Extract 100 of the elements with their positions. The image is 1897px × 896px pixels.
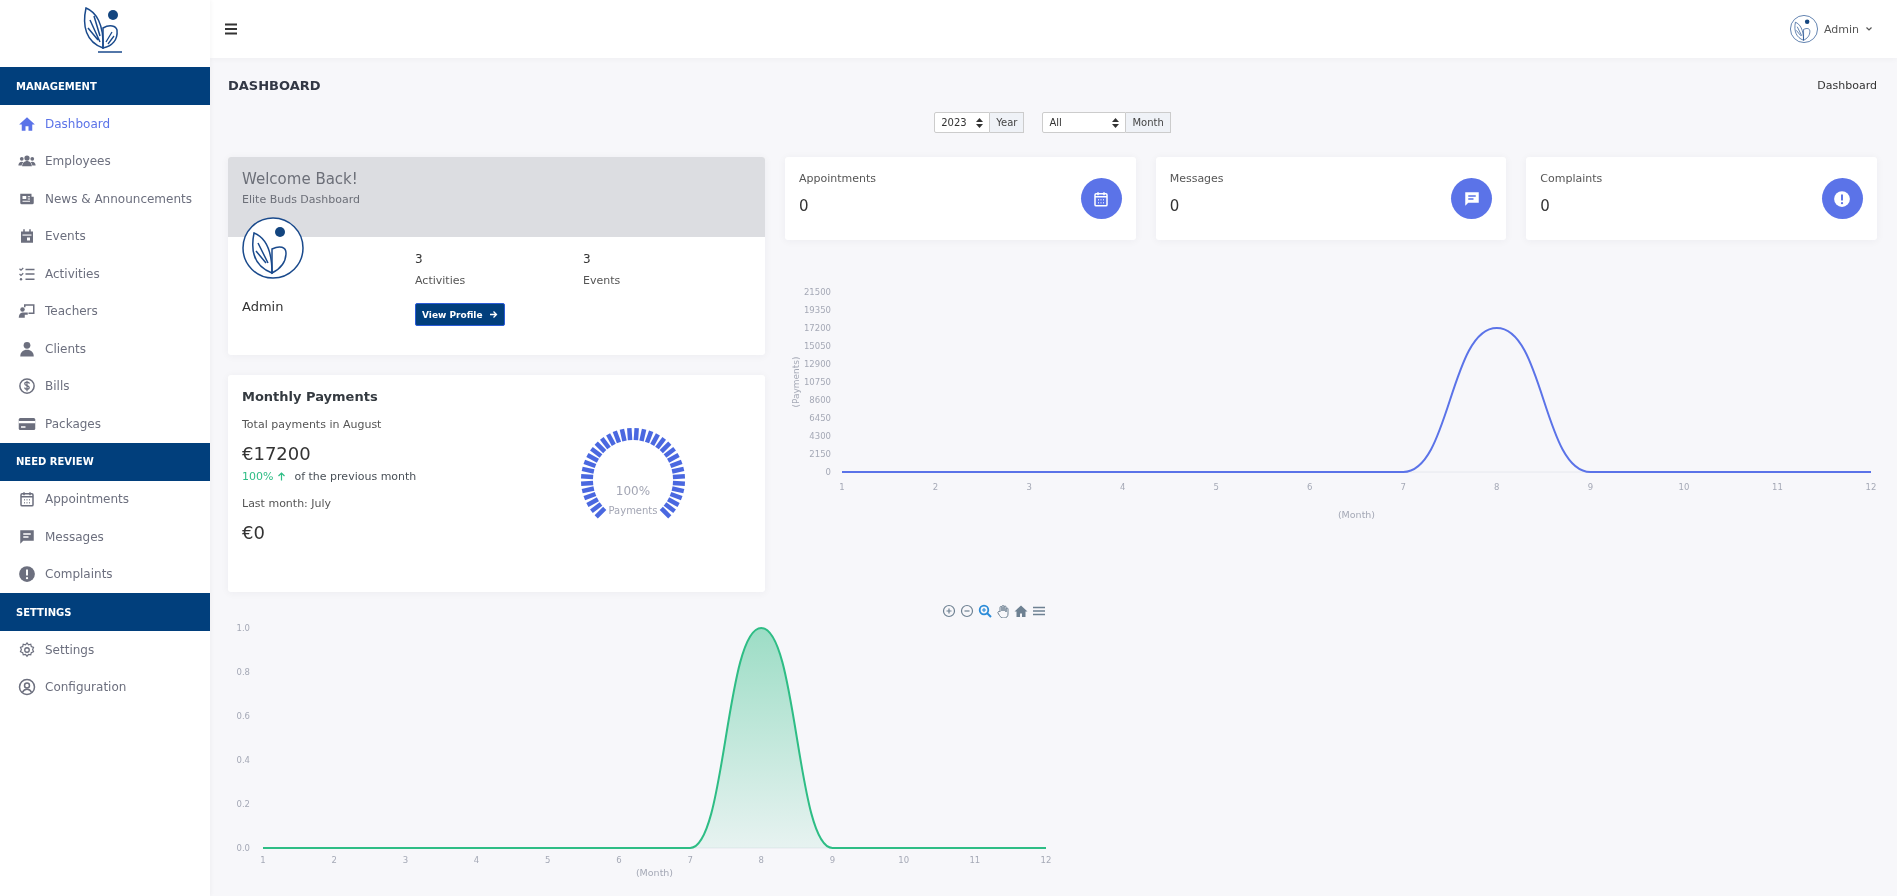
- stat-label: Messages: [1169, 172, 1224, 185]
- tick-label: 8: [758, 855, 764, 865]
- dollar-icon: [18, 377, 36, 396]
- section-header: MANAGEMENT: [0, 67, 210, 105]
- tick-label: 1: [260, 855, 266, 865]
- sidebar-item[interactable]: Activities: [0, 255, 210, 293]
- sidebar-item[interactable]: Configuration: [0, 668, 210, 706]
- tick-label: 17200: [803, 323, 831, 333]
- tick-label: 6450: [809, 413, 831, 423]
- amount-text: €17200: [242, 443, 312, 464]
- calendar-icon: [1080, 178, 1122, 219]
- welcome-subtitle: Elite Buds Dashboard: [242, 193, 362, 206]
- menu-icon[interactable]: [224, 22, 238, 36]
- tick-label: 11: [969, 855, 981, 865]
- tick-label: 21500: [803, 287, 831, 297]
- card-title: Monthly Payments: [242, 389, 379, 404]
- tick-label: 6: [616, 855, 622, 865]
- tick-label: 1: [839, 482, 845, 492]
- tick-label: 9: [1587, 482, 1594, 492]
- sidebar-item[interactable]: Packages: [0, 405, 210, 443]
- page-title: DASHBOARD: [228, 77, 321, 93]
- stat-value: 0: [799, 197, 810, 215]
- select-field[interactable]: 2023: [934, 112, 991, 133]
- arrow-icon: [488, 310, 498, 319]
- settings-icon: [18, 640, 36, 659]
- tick-label: 3: [402, 855, 409, 865]
- hand-icon[interactable]: [996, 604, 1010, 618]
- tick-label: 10750: [803, 377, 831, 387]
- calendar-icon: [18, 227, 36, 246]
- sidebar-item[interactable]: Employees: [0, 142, 210, 180]
- field-suffix: Year: [990, 112, 1025, 133]
- tick-label: 0.2: [236, 799, 250, 809]
- welcome-title: Welcome Back!: [242, 170, 359, 188]
- breadcrumb-link[interactable]: Dashboard: [1817, 78, 1877, 92]
- tick-label: 0.0: [236, 843, 250, 853]
- tick-label: 8600: [809, 395, 831, 405]
- home-icon[interactable]: [1014, 604, 1028, 618]
- zoom-in-icon[interactable]: [942, 604, 956, 618]
- section-header: SETTINGS: [0, 593, 210, 631]
- axis-title: (Month): [635, 867, 674, 878]
- sidebar-item[interactable]: Dashboard: [0, 105, 210, 143]
- tick-label: 2: [331, 855, 337, 865]
- stat-value: 3: [415, 252, 424, 266]
- teacher-icon: [18, 302, 36, 321]
- sidebar-item[interactable]: News & Announcements: [0, 180, 210, 218]
- tick-label: 1.0: [236, 623, 250, 633]
- sidebar-item[interactable]: Events: [0, 217, 210, 255]
- tick-label: 12900: [803, 359, 831, 369]
- sidebar-item[interactable]: Appointments: [0, 480, 210, 518]
- tick-label: 12: [1040, 855, 1052, 865]
- user-menu[interactable]: Admin: [1787, 13, 1875, 45]
- last-month-text: Last month: July: [242, 497, 333, 510]
- tick-label: 5: [545, 855, 551, 865]
- user-circle-icon: [18, 678, 36, 697]
- change-text: of the previous month: [294, 470, 417, 483]
- avatar-icon: [1789, 15, 1818, 43]
- tick-label: 0.8: [236, 667, 250, 677]
- updown-icon: [976, 117, 984, 128]
- axis-title: (Month): [1337, 509, 1376, 520]
- sidebar-item[interactable]: Messages: [0, 518, 210, 556]
- profile-name: Admin: [242, 299, 285, 314]
- tick-label: 4: [1119, 482, 1126, 492]
- stat-value: 0: [1169, 197, 1181, 215]
- exclamation-icon: [1822, 178, 1863, 219]
- tick-label: 0.4: [236, 755, 250, 765]
- tick-label: 9: [829, 855, 836, 865]
- tick-label: 19350: [803, 305, 831, 315]
- tick-label: 2: [932, 482, 939, 492]
- caret-icon: [1865, 25, 1873, 33]
- stat-value: 3: [583, 252, 592, 266]
- sidebar-item[interactable]: Complaints: [0, 555, 210, 593]
- tick-label: 0: [825, 467, 831, 477]
- sidebar-item[interactable]: Teachers: [0, 292, 210, 330]
- stat-value: 0: [1540, 197, 1551, 215]
- search-icon[interactable]: [978, 604, 992, 618]
- sidebar-item[interactable]: Clients: [0, 330, 210, 368]
- section-header: NEED REVIEW: [0, 442, 210, 481]
- stat-label: Appointments: [799, 172, 877, 185]
- tick-label: 4300: [809, 431, 831, 441]
- change-percent: 100%: [242, 470, 274, 483]
- axis-title: (Payments): [791, 356, 801, 408]
- message-icon: [1451, 178, 1493, 219]
- period-text: Total payments in August: [242, 418, 383, 431]
- tick-label: 15050: [803, 341, 831, 351]
- gauge-reading: 100%: [615, 484, 651, 498]
- updown-icon: [1112, 117, 1120, 128]
- zoom-out-icon[interactable]: [960, 604, 974, 618]
- tick-label: 2150: [809, 449, 831, 459]
- tick-label: 12: [1865, 482, 1877, 492]
- sidebar-item[interactable]: Bills: [0, 367, 210, 405]
- arrow-up-icon: [277, 472, 287, 481]
- sidebar-item[interactable]: Settings: [0, 631, 210, 669]
- field-suffix: Month: [1126, 112, 1171, 133]
- view-profile-button[interactable]: View Profile: [415, 303, 505, 326]
- calendar-icon: [18, 490, 36, 509]
- tick-label: 4: [473, 855, 480, 865]
- tick-label: 11: [1772, 482, 1783, 492]
- gauge-label: Payments: [608, 505, 658, 516]
- avatar-icon: [242, 217, 304, 279]
- select-field[interactable]: All: [1042, 112, 1127, 133]
